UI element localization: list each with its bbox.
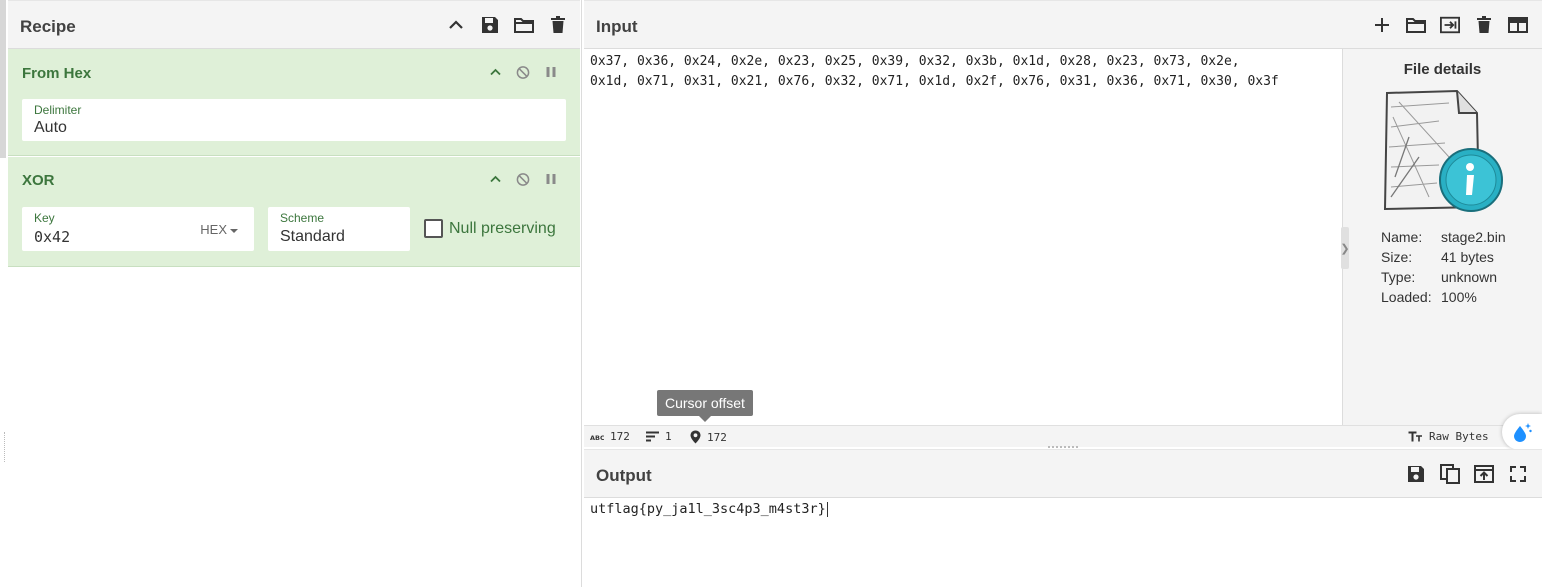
- key-value[interactable]: 0x42: [34, 228, 70, 246]
- scheme-field[interactable]: Scheme Standard: [268, 207, 410, 251]
- cursor-offset-value: 172: [707, 430, 727, 444]
- file-loaded-value: 100%: [1441, 289, 1477, 305]
- lines-icon: [646, 431, 659, 442]
- input-header: Input: [584, 0, 1542, 49]
- pause-breakpoint-icon[interactable]: [544, 172, 558, 186]
- open-folder-icon[interactable]: [1406, 15, 1426, 35]
- file-loaded-row: Loaded: 100%: [1381, 289, 1477, 305]
- lines-value: 1: [665, 430, 672, 443]
- input-line: 0x37, 0x36, 0x24, 0x2e, 0x23, 0x25, 0x39…: [590, 54, 1240, 69]
- recipe-header: Recipe: [8, 0, 580, 49]
- add-tab-plus-icon[interactable]: [1372, 15, 1392, 35]
- output-textarea[interactable]: utflag{py_ja1l_3sc4p3_m4st3r}: [590, 501, 828, 517]
- load-recipe-folder-icon[interactable]: [514, 15, 534, 35]
- text-cursor: [826, 501, 828, 517]
- save-output-icon[interactable]: [1406, 464, 1426, 484]
- file-loaded-label: Loaded:: [1381, 289, 1432, 305]
- maximise-output-icon[interactable]: [1508, 464, 1528, 484]
- key-format-label: HEX: [200, 222, 227, 237]
- delimiter-field[interactable]: Delimiter Auto: [22, 99, 566, 141]
- key-format-dropdown[interactable]: HEX: [200, 222, 238, 237]
- delimiter-label: Delimiter: [34, 103, 82, 117]
- recipe-title: Recipe: [20, 17, 76, 36]
- disable-operation-icon[interactable]: [516, 65, 530, 79]
- key-label: Key: [34, 211, 55, 225]
- operation-title: From Hex: [22, 65, 92, 82]
- file-size-label: Size:: [1381, 249, 1413, 265]
- file-details-title: File details: [1403, 61, 1482, 78]
- xor-key-field[interactable]: Key 0x42 HEX: [22, 207, 254, 251]
- scheme-value[interactable]: Standard: [280, 228, 345, 246]
- replace-input-with-output-icon[interactable]: [1474, 464, 1494, 484]
- file-size-value: 41 bytes: [1441, 249, 1494, 265]
- panel-resize-handle[interactable]: [4, 432, 6, 462]
- checkbox-box[interactable]: [424, 219, 443, 238]
- file-name-value: stage2.bin: [1441, 229, 1506, 245]
- input-title: Input: [596, 17, 638, 36]
- collapse-chevron-icon[interactable]: [488, 172, 502, 186]
- lines-stat: 1: [646, 430, 672, 443]
- delimiter-value[interactable]: Auto: [34, 119, 67, 137]
- clear-recipe-trash-icon[interactable]: [548, 15, 568, 35]
- reset-layout-icon[interactable]: [1508, 15, 1528, 35]
- collapse-details-chevron-icon[interactable]: ❯: [1340, 227, 1350, 269]
- length-stat: ABC 172: [590, 430, 630, 443]
- copy-output-icon[interactable]: [1440, 464, 1460, 484]
- cursor-offset-tooltip: Cursor offset: [657, 390, 753, 422]
- output-header: Output: [584, 449, 1542, 498]
- cursor-offset-stat[interactable]: 172: [690, 430, 727, 444]
- collapse-chevron-icon[interactable]: [488, 65, 502, 79]
- chevron-up-icon[interactable]: [446, 15, 466, 35]
- operations-scrollbar[interactable]: [0, 0, 6, 158]
- input-panel: Input 0x37, 0x36, 0x24, 0x2e, 0x23, 0x25…: [584, 0, 1542, 450]
- pause-breakpoint-icon[interactable]: [544, 65, 558, 79]
- cyberchef-app: Recipe From Hex Delimiter Auto XOR Key 0…: [0, 0, 1542, 587]
- encoding-selector[interactable]: Raw Bytes: [1408, 430, 1489, 443]
- abc-length-icon: ABC: [590, 433, 604, 441]
- file-name-row: Name: stage2.bin: [1381, 229, 1506, 245]
- operation-xor[interactable]: XOR Key 0x42 HEX Scheme Standard Null pr…: [8, 157, 580, 267]
- input-line: 0x1d, 0x71, 0x31, 0x21, 0x76, 0x32, 0x71…: [590, 74, 1279, 89]
- null-preserving-label: Null preserving: [449, 219, 556, 237]
- file-type-row: Type: unknown: [1381, 269, 1497, 285]
- file-size-row: Size: 41 bytes: [1381, 249, 1494, 265]
- input-status-bar: ABC 172 1 172 Raw Bytes: [584, 425, 1542, 447]
- svg-text:ABC: ABC: [590, 434, 604, 441]
- output-panel: Output utflag{py_ja1l_3sc4p3_m4st3r}: [584, 449, 1542, 587]
- file-type-label: Type:: [1381, 269, 1416, 285]
- output-title: Output: [596, 466, 652, 485]
- save-recipe-icon[interactable]: [480, 15, 500, 35]
- file-details-panel: ❯ File details Name: stage2.bin Size: 41 b…: [1340, 49, 1542, 425]
- output-value: utflag{py_ja1l_3sc4p3_m4st3r}: [590, 501, 826, 517]
- open-file-arrow-icon[interactable]: [1440, 15, 1460, 35]
- clear-input-trash-icon[interactable]: [1474, 15, 1494, 35]
- scheme-label: Scheme: [280, 211, 325, 225]
- disable-operation-icon[interactable]: [516, 172, 530, 186]
- caret-down-icon: [230, 228, 238, 233]
- encoding-value: Raw Bytes: [1429, 430, 1489, 443]
- operation-title: XOR: [22, 172, 55, 189]
- recipe-drop-area[interactable]: [8, 267, 580, 587]
- location-pin-icon: [690, 430, 701, 444]
- operation-from-hex[interactable]: From Hex Delimiter Auto: [8, 49, 580, 156]
- length-value: 172: [610, 430, 630, 443]
- file-info-icon: [1383, 89, 1503, 212]
- text-size-icon: [1408, 431, 1423, 442]
- input-textarea[interactable]: 0x37, 0x36, 0x24, 0x2e, 0x23, 0x25, 0x39…: [590, 52, 1338, 92]
- file-name-label: Name:: [1381, 229, 1423, 245]
- magic-wand-icon[interactable]: [1502, 414, 1542, 450]
- recipe-panel: Recipe From Hex Delimiter Auto XOR Key 0…: [0, 0, 582, 587]
- null-preserving-checkbox[interactable]: Null preserving: [424, 219, 556, 238]
- file-type-value: unknown: [1441, 269, 1498, 285]
